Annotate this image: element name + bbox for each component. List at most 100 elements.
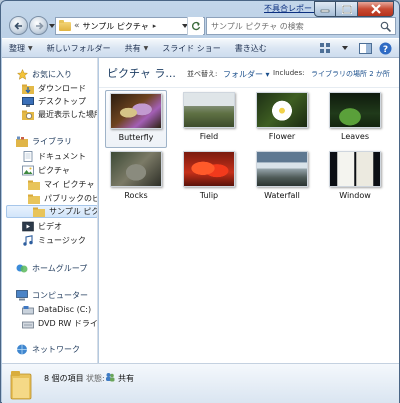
thumbnail-image (183, 92, 235, 128)
state-value: 共有 (118, 374, 134, 383)
file-list-pane: ピクチャ ラ... 並べ替え: フォルダー ▾ Includes: ライブラリの… (99, 58, 399, 363)
minimize-icon (320, 9, 330, 13)
nav-network-label: ネットワーク (32, 345, 80, 354)
search-box[interactable]: サンプル ピクチャ の検索 (206, 17, 396, 35)
arrange-by-label: 並べ替え: (187, 70, 218, 78)
nav-libraries[interactable]: ライブラリ (16, 135, 72, 148)
preview-pane-icon (358, 42, 372, 54)
address-path-chevron-icon[interactable]: ▸ (153, 22, 157, 30)
nav-my-pictures[interactable]: マイ ピクチャ (28, 178, 94, 191)
slideshow-button[interactable]: スライド ショー (155, 38, 228, 58)
refresh-button[interactable] (187, 17, 203, 35)
item-count: 8 個の項目 (44, 374, 84, 383)
recent-places-icon (22, 109, 34, 120)
nav-music[interactable]: ミュージック (22, 234, 86, 247)
chevron-down-icon (342, 45, 348, 50)
view-options-button[interactable] (337, 40, 353, 56)
videos-icon (22, 221, 34, 232)
folder-icon (28, 179, 40, 190)
nav-favorites-label: お気に入り (32, 70, 72, 79)
address-overflow-separator[interactable]: « (74, 21, 80, 31)
thumbnail-image (110, 151, 162, 187)
includes-label: Includes: (273, 69, 305, 77)
shared-users-icon (106, 373, 115, 382)
file-item-rocks[interactable]: Rocks (105, 149, 167, 207)
nav-recent-places[interactable]: 最近表示した場所 (22, 108, 97, 121)
burn-button[interactable]: 書き込む (228, 38, 274, 58)
nav-videos-label: ビデオ (38, 222, 62, 231)
thumbnail-image (256, 92, 308, 128)
share-button[interactable]: 共有 ▼ (118, 38, 156, 58)
nav-dvd-drive[interactable]: DVD RW ドライブ (22, 317, 97, 330)
explorer-window: 不具合レポートの送信 « サンプル ピクチャ ▸ サンプル ピクチャ の検索 整… (0, 0, 400, 403)
close-icon (370, 4, 381, 14)
maximize-icon (341, 4, 352, 14)
nav-libraries-label: ライブラリ (32, 137, 72, 146)
nav-documents-label: ドキュメント (38, 152, 86, 161)
preview-pane-button[interactable] (357, 40, 373, 56)
nav-downloads-label: ダウンロード (38, 84, 86, 93)
nav-drive-c-label: DataDisc (C:) (38, 305, 92, 314)
forward-arrow-icon (35, 21, 44, 30)
organize-button[interactable]: 整理 ▼ (2, 38, 40, 58)
file-item-tulip[interactable]: Tulip (178, 149, 240, 207)
slideshow-label: スライド ショー (162, 43, 221, 53)
nav-computer[interactable]: コンピューター (16, 289, 88, 302)
libraries-icon (16, 136, 28, 147)
file-item-flower[interactable]: Flower (251, 90, 313, 148)
svg-text:?: ? (382, 45, 387, 55)
address-row: « サンプル ピクチャ ▸ サンプル ピクチャ の検索 (5, 15, 397, 37)
nav-pictures[interactable]: ピクチャ (22, 164, 70, 177)
file-item-waterfall[interactable]: Waterfall (251, 149, 313, 207)
file-item-label: Waterfall (264, 191, 300, 200)
back-button[interactable] (9, 16, 28, 35)
search-placeholder: サンプル ピクチャ の検索 (211, 21, 304, 31)
file-item-window[interactable]: Window (324, 149, 386, 207)
new-folder-button[interactable]: 新しいフォルダー (40, 38, 118, 58)
thumbnail-image (256, 151, 308, 187)
nav-downloads[interactable]: ダウンロード (22, 82, 86, 95)
chevron-down-icon: ▼ (143, 44, 149, 52)
arrange-by-dropdown[interactable]: フォルダー ▾ (223, 69, 270, 80)
search-icon[interactable] (380, 21, 391, 32)
nav-network[interactable]: ネットワーク (16, 343, 80, 356)
library-locations-link[interactable]: ライブラリの場所 2 か所 (311, 69, 399, 79)
details-pane: 8 個の項目 状態: 共有 (2, 363, 399, 403)
file-item-leaves[interactable]: Leaves (324, 90, 386, 148)
address-path[interactable]: サンプル ピクチャ (83, 21, 149, 32)
file-item-field[interactable]: Field (178, 90, 240, 148)
star-icon (16, 69, 28, 80)
library-header: ピクチャ ラ... 並べ替え: フォルダー ▾ Includes: ライブラリの… (99, 58, 399, 88)
file-item-label: Window (339, 191, 371, 200)
nav-pictures-label: ピクチャ (38, 166, 70, 175)
nav-music-label: ミュージック (38, 236, 86, 245)
nav-videos[interactable]: ビデオ (22, 220, 62, 233)
file-item-label: Leaves (341, 132, 369, 141)
burn-label: 書き込む (234, 43, 267, 53)
nav-favorites[interactable]: お気に入り (16, 68, 72, 81)
chevron-down-icon: ▼ (28, 44, 33, 52)
folder-icon (10, 371, 32, 400)
command-bar: 整理 ▼ 新しいフォルダー 共有 ▼ スライド ショー 書き込む ? (2, 38, 399, 58)
music-icon (22, 235, 34, 246)
nav-sample-pictures[interactable]: サンプル ピクチャ (6, 205, 97, 218)
nav-computer-label: コンピューター (32, 291, 88, 300)
nav-public-pictures-label: パブリックのピク (44, 194, 97, 203)
file-item-butterfly[interactable]: Butterfly (105, 90, 167, 148)
nav-public-pictures[interactable]: パブリックのピク (28, 192, 97, 205)
nav-drive-c[interactable]: DataDisc (C:) (22, 303, 91, 316)
file-item-label: Butterfly (118, 133, 154, 142)
forward-button[interactable] (29, 16, 48, 35)
help-icon: ? (379, 42, 391, 55)
nav-desktop[interactable]: デスクトップ (22, 95, 86, 108)
state-label: 状態: (86, 374, 105, 383)
back-arrow-icon (13, 21, 22, 30)
file-item-label: Field (199, 132, 219, 141)
nav-desktop-label: デスクトップ (38, 97, 86, 106)
nav-homegroup[interactable]: ホームグループ (16, 262, 87, 275)
nav-documents[interactable]: ドキュメント (22, 150, 86, 163)
share-label: 共有 (124, 43, 141, 53)
navigation-pane: お気に入り ダウンロード デスクトップ 最近表示した場所 ライブラリ ドキュメン… (2, 58, 98, 363)
help-button[interactable]: ? (377, 40, 393, 56)
change-view-button[interactable] (317, 40, 333, 56)
